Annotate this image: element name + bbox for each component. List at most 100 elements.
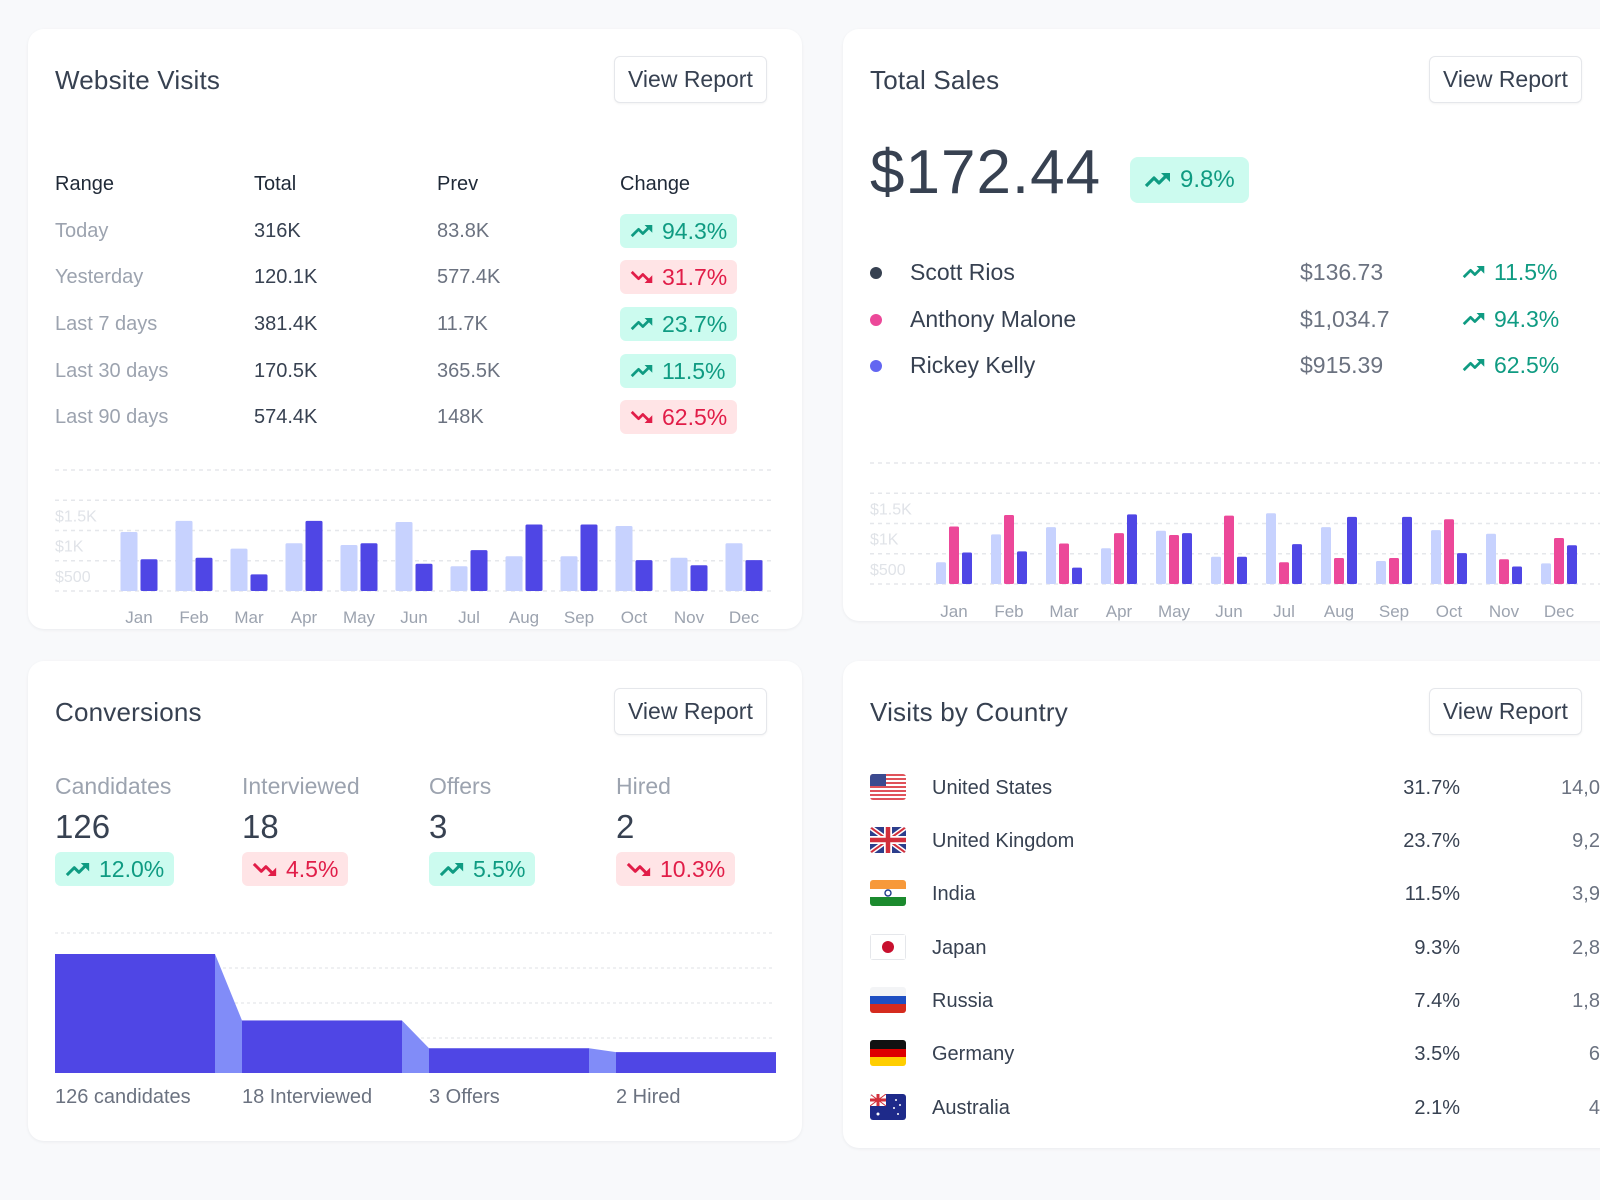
legend-dot [870, 314, 882, 326]
x-tick-label: Nov [1489, 602, 1520, 621]
x-tick-label: Jul [458, 608, 480, 627]
bar-anthony-malone [1279, 562, 1289, 584]
view-report-button[interactable]: View Report [614, 56, 767, 103]
total-cell: 120.1K [254, 266, 318, 288]
trend-down-icon [626, 862, 651, 876]
bar-scott-rios [936, 562, 946, 584]
bar-scott-rios [1321, 527, 1331, 584]
germany-flag-icon [870, 1040, 906, 1066]
salesperson-name: Scott Rios [910, 259, 1015, 285]
salesperson-row: Anthony Malone $1,034.7 94.3% [870, 299, 1600, 339]
country-name: Germany [932, 1043, 1015, 1065]
x-tick-label: Sep [1379, 602, 1409, 621]
salesperson-row: Scott Rios $136.73 11.5% [870, 252, 1600, 292]
bar-previous [230, 548, 248, 591]
country-row: Australia 2.1% 400,16 [870, 1088, 1600, 1128]
total-cell: 381.4K [254, 313, 318, 335]
funnel-label: 3 Offers [429, 1086, 500, 1108]
bar-current [525, 524, 543, 591]
stat-label: Offers [429, 773, 492, 799]
country-percent: 11.5% [1404, 883, 1460, 905]
trend-down-icon [630, 410, 653, 424]
country-count: 400,16 [1588, 1097, 1600, 1119]
y-tick-label: $1.5K [55, 508, 97, 525]
change-value: 11.5% [1494, 259, 1558, 285]
conversions-funnel-chart [55, 932, 776, 1073]
bar-rickey-kelly [1402, 516, 1412, 584]
funnel-stage [242, 1020, 402, 1073]
x-tick-label: Dec [1544, 602, 1575, 621]
change-value: 94.3% [662, 217, 728, 244]
bar-scott-rios [1156, 530, 1166, 584]
column-header-total: Total [254, 173, 297, 195]
x-tick-label: Jun [1215, 602, 1242, 621]
japan-flag-icon [870, 934, 906, 960]
x-tick-label: Jan [125, 608, 152, 627]
bar-scott-rios [1046, 527, 1056, 584]
x-tick-label: Aug [1324, 602, 1354, 621]
range-cell: Today [55, 220, 109, 242]
funnel-label: 2 Hired [616, 1086, 681, 1108]
salesperson-change: 94.3% [1462, 299, 1559, 339]
total-sales-chart: $500 $1K $1.5K Jan Feb Mar Apr May Jun Jul Aug Sep O… [870, 462, 1600, 621]
bar-rickey-kelly [1182, 533, 1192, 584]
range-cell: Last 30 days [55, 360, 169, 382]
bar-rickey-kelly [1347, 516, 1357, 584]
prev-cell: 365.5K [437, 360, 501, 382]
bar-previous [670, 557, 688, 591]
x-tick-label: Feb [994, 602, 1023, 621]
website-visits-card: Website Visits View Report Range Total P… [28, 29, 802, 629]
bar-scott-rios [1376, 561, 1386, 584]
bar-scott-rios [991, 534, 1001, 584]
bar-rickey-kelly [1457, 553, 1467, 584]
bar-previous [560, 556, 578, 591]
view-report-button[interactable]: View Report [614, 688, 767, 735]
legend-dot [870, 267, 882, 279]
change-value: 23.7% [662, 310, 728, 337]
table-row: Last 7 days 381.4K 11.7K 23.7% [55, 304, 802, 344]
india-flag-icon [870, 880, 906, 906]
bar-current [635, 560, 653, 591]
country-name: United Kingdom [932, 830, 1075, 852]
stat-label: Candidates [55, 773, 172, 799]
uk-flag-icon [870, 827, 906, 853]
salesperson-change: 11.5% [1462, 252, 1558, 292]
x-tick-label: Apr [291, 608, 318, 627]
view-report-button[interactable]: View Report [1429, 56, 1582, 103]
bar-previous [120, 532, 138, 591]
bar-previous [340, 545, 358, 591]
trend-up-icon [1462, 358, 1485, 372]
bar-current [140, 559, 158, 591]
country-name: Australia [932, 1097, 1010, 1119]
change-badge: 10.3% [616, 852, 736, 886]
stat-value: 3 [429, 808, 448, 845]
bar-scott-rios [1431, 530, 1441, 584]
bar-current [195, 557, 213, 591]
range-cell: Last 7 days [55, 313, 158, 335]
table-row: Last 30 days 170.5K 365.5K 11.5% [55, 351, 802, 391]
bar-rickey-kelly [1567, 545, 1577, 584]
bar-anthony-malone [1499, 559, 1509, 584]
change-badge: 4.5% [242, 852, 349, 886]
trend-up-icon [439, 862, 464, 876]
bar-current [580, 524, 598, 591]
change-value: 10.3% [660, 855, 726, 882]
salesperson-name: Rickey Kelly [910, 352, 1036, 378]
bar-anthony-malone [1224, 515, 1234, 584]
us-flag-icon [870, 774, 906, 800]
bar-current [360, 543, 378, 591]
stat-value: 126 [55, 808, 111, 845]
conversions-card: Conversions View Report Candidates 126 1… [28, 661, 802, 1141]
view-report-button[interactable]: View Report [1429, 688, 1582, 735]
bar-anthony-malone [1059, 543, 1069, 584]
change-value: 4.5% [286, 855, 339, 882]
country-row: Russia 7.4% 1,877,09 [870, 981, 1600, 1021]
country-row: United Kingdom 23.7% 9,256,02 [870, 821, 1600, 861]
bar-anthony-malone [1169, 534, 1179, 584]
prev-cell: 83.8K [437, 220, 490, 242]
change-badge: 23.7% [620, 307, 738, 341]
bar-anthony-malone [1334, 557, 1344, 584]
country-percent: 9.3% [1414, 937, 1460, 959]
bar-rickey-kelly [1017, 551, 1027, 584]
bar-anthony-malone [1554, 538, 1564, 584]
